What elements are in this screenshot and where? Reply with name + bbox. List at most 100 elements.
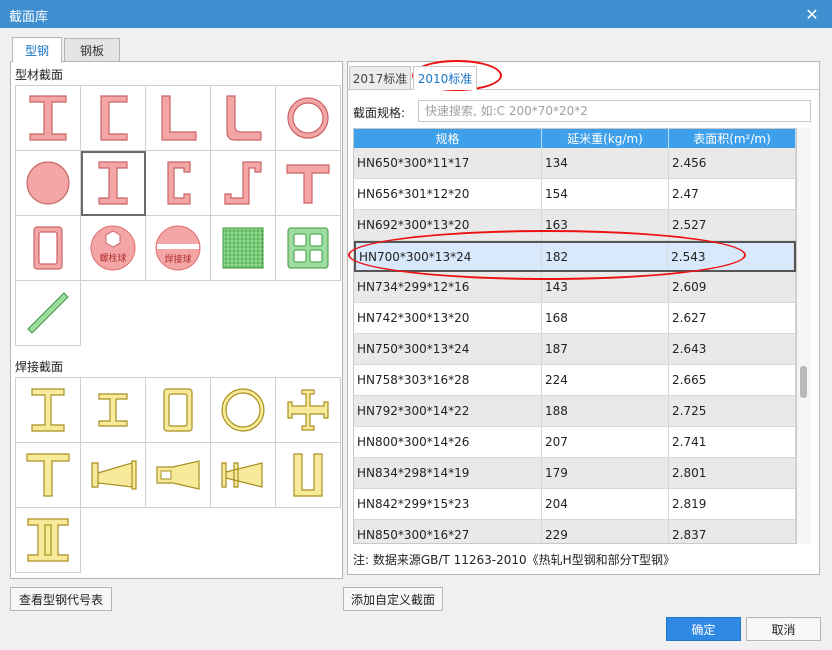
cell-weight: 187 [542, 334, 669, 364]
table-row[interactable]: HN834*298*14*19 179 2.801 [354, 458, 796, 489]
table-row[interactable]: HN692*300*13*20 163 2.527 [354, 210, 796, 241]
weld-tapered-box-cell[interactable] [146, 443, 211, 508]
table-body: HN650*300*11*17 134 2.456 HN656*301*12*20 15… [354, 148, 796, 543]
table-row[interactable]: HN800*300*14*26 207 2.741 [354, 427, 796, 458]
weld-pipe-icon [221, 388, 265, 432]
title-bar: 截面库 ✕ [0, 0, 832, 28]
table-row[interactable]: HN750*300*13*24 187 2.643 [354, 334, 796, 365]
rect-tube-section-cell[interactable] [16, 216, 81, 281]
weld-tapered-i-cell[interactable] [81, 443, 146, 508]
table-row[interactable]: HN650*300*11*17 134 2.456 [354, 148, 796, 179]
window-title: 截面库 [9, 10, 49, 25]
table-header: 规格 延米重(kg/m) 表面积(m²/m) [354, 129, 796, 148]
angle-icon [161, 95, 197, 141]
weld-pipe-cell[interactable] [211, 378, 276, 443]
weld-cross-icon [287, 389, 329, 431]
table-row[interactable]: HN742*300*13*20 168 2.627 [354, 303, 796, 334]
weld-tapered-h-icon [221, 462, 263, 488]
cell-spec: HN834*298*14*19 [354, 458, 542, 488]
cell-spec: HN742*300*13*20 [354, 303, 542, 333]
search-label: 截面规格: [353, 106, 406, 120]
cell-spec: HN850*300*16*27 [354, 520, 542, 543]
i-section-cell[interactable] [16, 86, 81, 151]
tab-standard-2017[interactable]: 2017标准 [349, 66, 411, 90]
table-row[interactable]: HN656*301*12*20 154 2.47 [354, 179, 796, 210]
weld-i-cell[interactable] [16, 378, 81, 443]
rect-tube-icon [33, 226, 63, 270]
h-section-cell[interactable] [81, 151, 146, 216]
weld-t-cell[interactable] [16, 443, 81, 508]
cell-area: 2.527 [669, 210, 796, 240]
profile-section-label: 型材截面 [15, 68, 64, 82]
cancel-button[interactable]: 取消 [746, 617, 821, 641]
table-scrollbar[interactable] [797, 128, 811, 544]
column-header-spec[interactable]: 规格 [354, 129, 542, 148]
cell-spec: HN800*300*14*26 [354, 427, 542, 457]
column-header-weight[interactable]: 延米重(kg/m) [542, 129, 669, 148]
scrollbar-thumb[interactable] [800, 366, 807, 398]
column-header-area[interactable]: 表面积(m²/m) [669, 129, 796, 148]
cell-area: 2.609 [669, 272, 796, 302]
hatched-plate-icon [222, 227, 264, 269]
i-beam-icon [29, 95, 67, 141]
cell-area: 2.643 [669, 334, 796, 364]
cell-spec: HN792*300*14*22 [354, 396, 542, 426]
view-codes-button[interactable]: 查看型钢代号表 [10, 587, 112, 611]
h-beam-icon [98, 161, 128, 205]
weld-tapered-i-icon [91, 460, 137, 490]
weld-ball-icon: 焊接球 [155, 225, 201, 271]
search-input[interactable] [418, 100, 811, 122]
diagonal-bar-icon [27, 292, 69, 334]
cell-weight: 229 [542, 520, 669, 543]
table-row[interactable]: HN792*300*14*22 188 2.725 [354, 396, 796, 427]
cell-weight: 204 [542, 489, 669, 519]
cell-weight: 163 [542, 210, 669, 240]
table-row[interactable]: HN700*300*13*24 182 2.543 [354, 241, 796, 272]
weld-u-cell[interactable] [276, 443, 341, 508]
weld-cross-cell[interactable] [276, 378, 341, 443]
channel-section-cell[interactable] [81, 86, 146, 151]
tab-steel-plate[interactable]: 钢板 [64, 38, 120, 61]
cell-spec: HN692*300*13*20 [354, 210, 542, 240]
table-row[interactable]: HN734*299*12*16 143 2.609 [354, 272, 796, 303]
weld-double-i-cell[interactable] [16, 508, 81, 573]
close-icon[interactable]: ✕ [792, 0, 832, 28]
multi-cell-section-cell[interactable] [276, 216, 341, 281]
plate-section-cell[interactable] [211, 216, 276, 281]
weld-tapered-h-cell[interactable] [211, 443, 276, 508]
lipped-channel-section-cell[interactable] [146, 151, 211, 216]
pipe-section-cell[interactable] [276, 86, 341, 151]
angle-section-cell[interactable] [146, 86, 211, 151]
weld-section-label: 焊接截面 [15, 360, 64, 374]
lipped-channel-icon [167, 161, 191, 205]
weld-ball-section-cell[interactable]: 焊接球 [146, 216, 211, 281]
weld-h-cell[interactable] [81, 378, 146, 443]
cell-spec: HN656*301*12*20 [354, 179, 542, 209]
weld-box-icon [163, 388, 193, 432]
cell-weight: 134 [542, 148, 669, 178]
tab-section-steel[interactable]: 型钢 [12, 37, 62, 62]
weld-box-cell[interactable] [146, 378, 211, 443]
round-bar-section-cell[interactable] [16, 151, 81, 216]
tab-standard-2010[interactable]: 2010标准 [413, 66, 477, 90]
round-bar-icon [26, 161, 70, 205]
table-row[interactable]: HN842*299*15*23 204 2.819 [354, 489, 796, 520]
z-section-cell[interactable] [211, 151, 276, 216]
line-section-cell[interactable] [16, 281, 81, 346]
rounded-angle-icon [226, 95, 262, 141]
cell-spec: HN734*299*12*16 [354, 272, 542, 302]
weld-h-beam-icon [98, 393, 128, 427]
weld-i-beam-icon [31, 388, 65, 432]
spec-table: 规格 延米重(kg/m) 表面积(m²/m) HN650*300*11*17 13… [353, 128, 797, 544]
bolt-ball-section-cell[interactable]: 螺栓球 [81, 216, 146, 281]
cell-area: 2.741 [669, 427, 796, 457]
add-custom-section-button[interactable]: 添加自定义截面 [343, 587, 443, 611]
rounded-angle-section-cell[interactable] [211, 86, 276, 151]
t-section-cell[interactable] [276, 151, 341, 216]
table-row[interactable]: HN850*300*16*27 229 2.837 [354, 520, 796, 543]
z-section-icon [224, 161, 262, 205]
cell-spec: HN758*303*16*28 [354, 365, 542, 395]
cell-weight: 168 [542, 303, 669, 333]
ok-button[interactable]: 确定 [666, 617, 741, 641]
table-row[interactable]: HN758*303*16*28 224 2.665 [354, 365, 796, 396]
